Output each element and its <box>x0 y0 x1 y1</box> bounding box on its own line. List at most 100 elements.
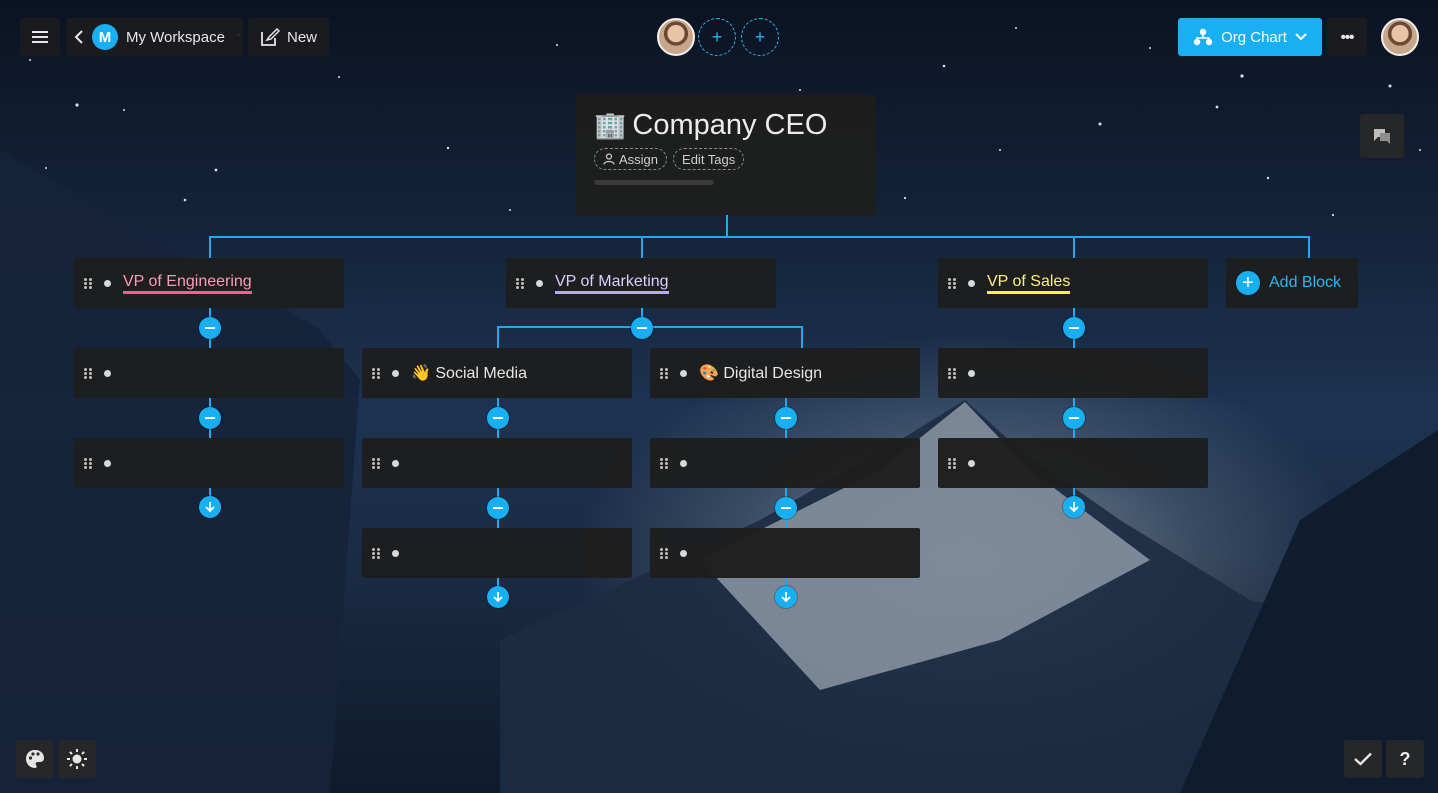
drag-handle-icon[interactable] <box>84 278 92 288</box>
bullet <box>536 279 543 287</box>
drag-handle-icon[interactable] <box>84 458 92 468</box>
digital-design-block[interactable]: 🎨 Digital Design <box>650 348 920 398</box>
add-collaborator-button-2[interactable]: + <box>741 18 779 56</box>
vp-sales-block[interactable]: VP of Sales <box>938 258 1208 308</box>
drag-handle-icon[interactable] <box>660 458 668 468</box>
collapse-toggle[interactable] <box>199 407 221 429</box>
collapse-toggle[interactable] <box>775 497 797 519</box>
plus-icon: + <box>754 26 766 47</box>
edit-tags-button[interactable]: Edit Tags <box>673 148 745 170</box>
theme-palette-button[interactable] <box>16 740 54 778</box>
add-child-button[interactable] <box>1063 496 1085 518</box>
collapse-toggle[interactable] <box>199 317 221 339</box>
drag-handle-icon[interactable] <box>948 458 956 468</box>
root-block[interactable]: 🏢 Company CEO Assign Edit Tags <box>576 95 876 215</box>
brightness-icon <box>67 749 87 769</box>
user-avatar[interactable] <box>1381 18 1419 56</box>
workspace-button[interactable]: M My Workspace <box>66 18 243 56</box>
bullet <box>392 459 399 467</box>
social-media-block[interactable]: 👋 Social Media <box>362 348 632 398</box>
drag-handle-icon[interactable] <box>372 548 380 558</box>
drag-handle-icon[interactable] <box>372 458 380 468</box>
add-block-button[interactable]: + Add Block <box>1226 258 1358 308</box>
connector-line <box>641 236 643 258</box>
assign-button[interactable]: Assign <box>594 148 668 170</box>
engineering-child-block[interactable] <box>74 348 344 398</box>
brightness-button[interactable] <box>58 740 96 778</box>
root-title[interactable]: Company CEO <box>632 109 827 142</box>
minus-icon <box>205 327 215 329</box>
new-label: New <box>286 28 317 46</box>
arrow-down-icon <box>205 502 215 513</box>
bullet <box>392 549 399 557</box>
bullet <box>392 369 399 377</box>
menu-button[interactable] <box>20 18 60 56</box>
help-button[interactable]: ? <box>1386 740 1424 778</box>
drag-handle-icon[interactable] <box>84 368 92 378</box>
back-icon <box>74 30 83 44</box>
minus-icon <box>493 417 503 419</box>
social-media-child-block[interactable] <box>362 438 632 488</box>
new-button[interactable]: New <box>248 18 329 56</box>
check-icon <box>1354 752 1372 766</box>
connector-line <box>209 236 1310 238</box>
social-media-child-block[interactable] <box>362 528 632 578</box>
arrow-down-icon <box>781 592 791 603</box>
sales-child-block[interactable] <box>938 438 1208 488</box>
connector-line <box>801 326 803 348</box>
workspace-label: My Workspace <box>126 28 225 46</box>
connector-line <box>1308 236 1310 258</box>
more-icon: ••• <box>1340 28 1355 46</box>
connector-line <box>209 236 211 258</box>
building-icon: 🏢 <box>594 110 627 140</box>
view-label: Org Chart <box>1221 28 1287 46</box>
progress-bar <box>594 180 714 185</box>
arrow-down-icon <box>493 592 503 603</box>
drag-handle-icon[interactable] <box>948 368 956 378</box>
bullet <box>104 279 111 287</box>
vp-marketing-label[interactable]: VP of Marketing <box>555 273 669 294</box>
palette-icon <box>26 750 44 768</box>
vp-engineering-label[interactable]: VP of Engineering <box>123 273 252 294</box>
minus-icon <box>637 327 647 329</box>
digital-design-child-block[interactable] <box>650 438 920 488</box>
comment-icon <box>1374 129 1390 144</box>
drag-handle-icon[interactable] <box>516 278 524 288</box>
vp-sales-label[interactable]: VP of Sales <box>987 273 1071 294</box>
vp-engineering-block[interactable]: VP of Engineering <box>74 258 344 308</box>
collapse-toggle[interactable] <box>487 407 509 429</box>
sales-child-block[interactable] <box>938 348 1208 398</box>
digital-design-child-block[interactable] <box>650 528 920 578</box>
collapse-toggle[interactable] <box>487 497 509 519</box>
view-switcher-button[interactable]: Org Chart <box>1178 18 1322 56</box>
add-child-button[interactable] <box>775 586 797 608</box>
collapse-toggle[interactable] <box>775 407 797 429</box>
drag-handle-icon[interactable] <box>948 278 956 288</box>
engineering-child-block[interactable] <box>74 438 344 488</box>
drag-handle-icon[interactable] <box>372 368 380 378</box>
collaborator-avatar[interactable] <box>657 18 695 56</box>
comments-button[interactable] <box>1360 114 1404 158</box>
new-note-icon <box>261 28 280 46</box>
vp-marketing-block[interactable]: VP of Marketing <box>506 258 776 308</box>
more-button[interactable]: ••• <box>1327 18 1367 56</box>
edit-tags-label: Edit Tags <box>682 151 736 167</box>
bullet <box>104 459 111 467</box>
add-child-button[interactable] <box>199 496 221 518</box>
person-icon <box>603 153 615 165</box>
assign-label: Assign <box>619 151 659 167</box>
bullet <box>968 459 975 467</box>
plus-icon: + <box>711 26 723 47</box>
collapse-toggle[interactable] <box>631 317 653 339</box>
complete-button[interactable] <box>1344 740 1382 778</box>
add-collaborator-button[interactable]: + <box>698 18 736 56</box>
add-block-label: Add Block <box>1269 274 1342 291</box>
drag-handle-icon[interactable] <box>660 368 668 378</box>
social-media-label[interactable]: 👋 Social Media <box>411 363 527 383</box>
menu-icon <box>32 31 48 43</box>
add-child-button[interactable] <box>487 586 509 608</box>
drag-handle-icon[interactable] <box>660 548 668 558</box>
collapse-toggle[interactable] <box>1063 407 1085 429</box>
collapse-toggle[interactable] <box>1063 317 1085 339</box>
digital-design-label[interactable]: 🎨 Digital Design <box>699 363 822 383</box>
